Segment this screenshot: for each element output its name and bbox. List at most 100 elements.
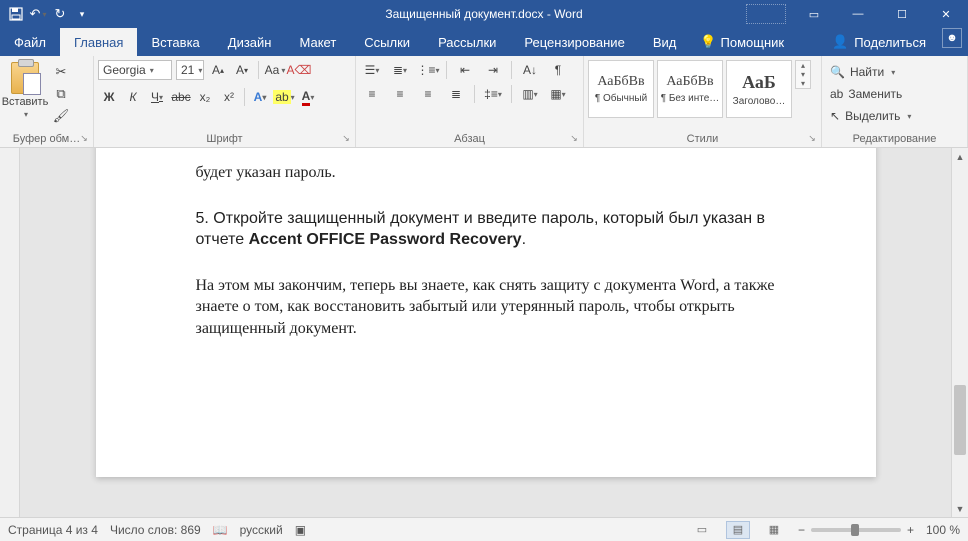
subscript-button[interactable]: x₂ xyxy=(194,86,216,108)
save-icon[interactable] xyxy=(8,6,24,22)
web-layout-button[interactable]: ▦ xyxy=(762,521,786,539)
chevron-down-icon[interactable]: ▾ xyxy=(907,112,911,121)
share-button[interactable]: 👤 Поделиться xyxy=(822,28,936,56)
strikethrough-button[interactable]: abc xyxy=(170,86,192,108)
vertical-ruler[interactable] xyxy=(0,148,20,517)
tab-home[interactable]: Главная xyxy=(60,28,137,56)
maximize-icon[interactable]: ☐ xyxy=(880,0,924,28)
shading-button[interactable]: ▥ xyxy=(518,84,542,104)
change-case-button[interactable]: Aa▾ xyxy=(265,60,285,80)
style-no-spacing[interactable]: АаБбВв ¶ Без инте… xyxy=(657,60,723,118)
styles-gallery-more[interactable]: ▴ ▾ ▾ xyxy=(795,60,811,89)
body-text[interactable]: На этом мы закончим, теперь вы знаете, к… xyxy=(196,275,776,340)
font-name-combo[interactable]: Georgia▾ xyxy=(98,60,172,80)
decrease-indent-button[interactable]: ⇤ xyxy=(453,60,477,80)
grow-font-button[interactable]: A▴ xyxy=(208,60,228,80)
language-indicator[interactable]: русский xyxy=(240,523,283,537)
zoom-in-button[interactable]: + xyxy=(907,523,914,537)
italic-button[interactable]: К xyxy=(122,86,144,108)
align-left-button[interactable]: ≡ xyxy=(360,84,384,104)
zoom-knob[interactable] xyxy=(851,524,859,536)
feedback-icon[interactable]: ☻ xyxy=(942,28,962,48)
chevron-down-icon[interactable]: ▾ xyxy=(150,66,154,75)
tab-mailings[interactable]: Рассылки xyxy=(424,28,510,56)
multilevel-list-button[interactable]: ⋮≡ xyxy=(416,60,440,80)
tab-review[interactable]: Рецензирование xyxy=(510,28,638,56)
font-color-button[interactable]: A xyxy=(297,86,319,108)
tell-me-label: Помощник xyxy=(721,35,785,50)
tab-view[interactable]: Вид xyxy=(639,28,691,56)
word-count[interactable]: Число слов: 869 xyxy=(110,523,201,537)
read-mode-button[interactable]: ▭ xyxy=(690,521,714,539)
superscript-button[interactable]: x² xyxy=(218,86,240,108)
underline-button[interactable]: Ч xyxy=(146,86,168,108)
sort-button[interactable]: A↓ xyxy=(518,60,542,80)
font-launcher-icon[interactable]: ↘ xyxy=(340,132,352,144)
scroll-down-icon[interactable]: ▼ xyxy=(952,500,968,517)
ribbon-display-options-icon[interactable]: ▭ xyxy=(792,0,836,28)
copy-button[interactable]: ⧉ xyxy=(50,84,72,104)
scrollbar-thumb[interactable] xyxy=(954,385,966,455)
clipboard-launcher-icon[interactable]: ↘ xyxy=(78,132,90,144)
tab-insert[interactable]: Вставка xyxy=(137,28,213,56)
account-placeholder[interactable] xyxy=(746,4,786,24)
font-size-combo[interactable]: 21▾ xyxy=(176,60,204,80)
tab-layout[interactable]: Макет xyxy=(285,28,350,56)
tab-file[interactable]: Файл xyxy=(0,28,60,56)
close-icon[interactable]: ✕ xyxy=(924,0,968,28)
bullets-button[interactable]: ☰ xyxy=(360,60,384,80)
scrollbar-track[interactable] xyxy=(952,165,968,500)
format-painter-button[interactable]: 🖌 xyxy=(50,106,72,126)
cut-button[interactable]: ✂ xyxy=(50,62,72,82)
increase-indent-button[interactable]: ⇥ xyxy=(481,60,505,80)
vertical-scrollbar[interactable]: ▲ ▼ xyxy=(951,148,968,517)
paste-button[interactable]: Вставить ▾ xyxy=(4,60,46,119)
group-label: Абзац xyxy=(360,131,579,147)
bold-button[interactable]: Ж xyxy=(98,86,120,108)
expand-gallery-icon[interactable]: ▾ xyxy=(796,79,810,88)
style-heading1[interactable]: АаБ Заголово… xyxy=(726,60,792,118)
scroll-down-icon[interactable]: ▾ xyxy=(796,70,810,79)
replace-button[interactable]: abЗаменить xyxy=(826,84,915,104)
scroll-up-icon[interactable]: ▲ xyxy=(952,148,968,165)
qat-customize-icon[interactable]: ▾ xyxy=(74,6,90,22)
zoom-slider[interactable] xyxy=(811,528,901,532)
body-text[interactable]: 5. Откройте защищенный документ и введит… xyxy=(196,208,776,251)
undo-icon[interactable]: ↶▾ xyxy=(30,6,46,22)
highlight-button[interactable]: ab xyxy=(273,86,295,108)
paste-label: Вставить xyxy=(2,96,49,108)
document-scroll[interactable]: будет указан пароль. 5. Откройте защищен… xyxy=(20,148,951,517)
spellcheck-icon[interactable]: 📖 xyxy=(213,523,228,537)
chevron-down-icon[interactable]: ▾ xyxy=(891,68,895,77)
tell-me[interactable]: 💡 Помощник xyxy=(690,28,794,56)
body-text[interactable]: будет указан пароль. xyxy=(196,154,776,184)
align-center-button[interactable]: ≡ xyxy=(388,84,412,104)
select-button[interactable]: ↖Выделить▾ xyxy=(826,106,915,126)
paragraph-launcher-icon[interactable]: ↘ xyxy=(568,132,580,144)
document-page[interactable]: будет указан пароль. 5. Откройте защищен… xyxy=(96,148,876,477)
tab-references[interactable]: Ссылки xyxy=(350,28,424,56)
numbering-button[interactable]: ≣ xyxy=(388,60,412,80)
macro-icon[interactable]: ▣ xyxy=(295,523,306,537)
style-normal[interactable]: АаБбВв ¶ Обычный xyxy=(588,60,654,118)
text-effects-button[interactable]: A xyxy=(249,86,271,108)
zoom-level[interactable]: 100 % xyxy=(920,523,960,537)
styles-launcher-icon[interactable]: ↘ xyxy=(806,132,818,144)
scroll-up-icon[interactable]: ▴ xyxy=(796,61,810,70)
chevron-down-icon[interactable]: ▾ xyxy=(198,66,202,75)
align-right-button[interactable]: ≡ xyxy=(416,84,440,104)
print-layout-button[interactable]: ▤ xyxy=(726,521,750,539)
page-indicator[interactable]: Страница 4 из 4 xyxy=(8,523,98,537)
justify-button[interactable]: ≣ xyxy=(444,84,468,104)
tab-design[interactable]: Дизайн xyxy=(214,28,286,56)
line-spacing-button[interactable]: ‡≡ xyxy=(481,84,505,104)
find-button[interactable]: 🔍Найти▾ xyxy=(826,62,915,82)
show-marks-button[interactable]: ¶ xyxy=(546,60,570,80)
paste-dropdown-icon[interactable]: ▾ xyxy=(24,110,28,119)
minimize-icon[interactable]: — xyxy=(836,0,880,28)
shrink-font-button[interactable]: A▾ xyxy=(232,60,252,80)
borders-button[interactable]: ▦ xyxy=(546,84,570,104)
redo-icon[interactable]: ↻ xyxy=(52,6,68,22)
zoom-out-button[interactable]: − xyxy=(798,523,805,537)
clear-formatting-button[interactable]: A⌫ xyxy=(289,60,309,80)
